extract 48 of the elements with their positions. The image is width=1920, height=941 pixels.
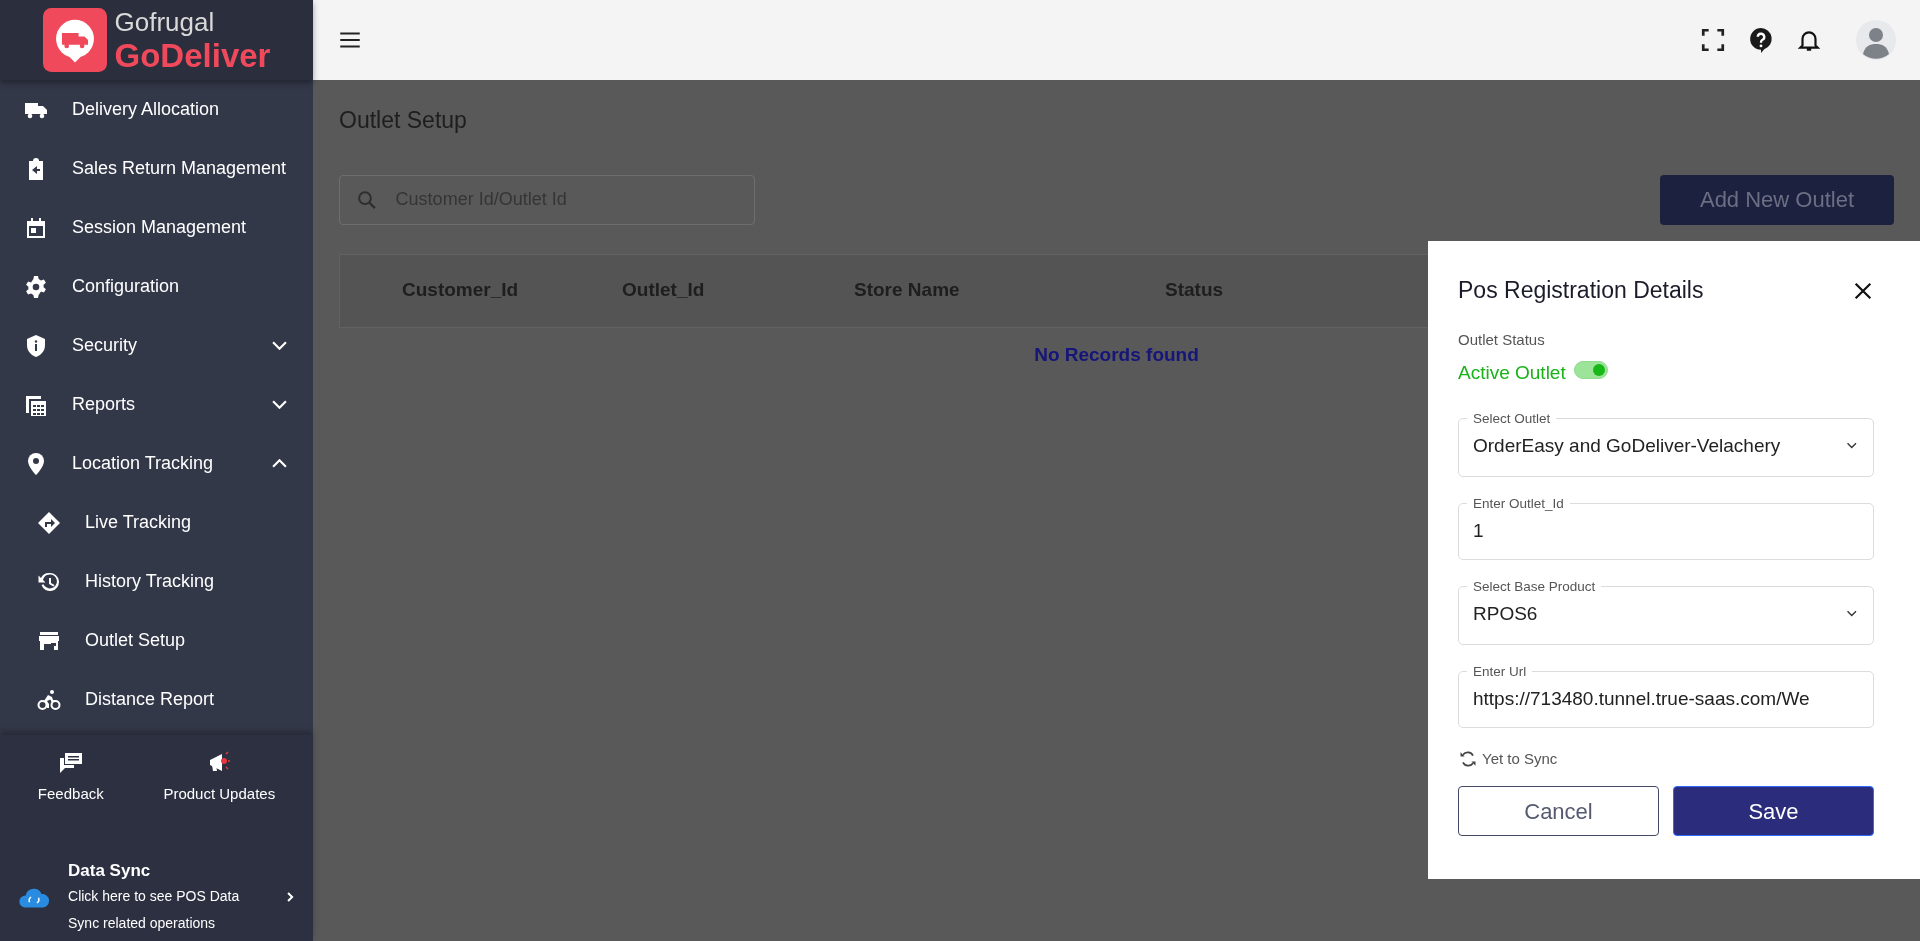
settings-icon xyxy=(24,274,48,299)
logo-icon xyxy=(42,8,107,72)
field-label: Enter Outlet_Id xyxy=(1473,495,1564,511)
directions-icon xyxy=(37,510,61,535)
calendar-icon xyxy=(24,215,48,240)
sidebar-item[interactable]: Reports xyxy=(0,375,313,434)
fullscreen-icon[interactable] xyxy=(1700,27,1726,53)
sync-icon xyxy=(1458,748,1478,769)
sidebar-item[interactable]: Live Tracking xyxy=(0,493,313,552)
sidebar-item[interactable]: Location Tracking xyxy=(0,434,313,493)
brand-name: Gofrugal xyxy=(114,8,216,35)
dropdown[interactable]: Select Outlet OrderEasy and GoDeliver-Velachery xyxy=(1458,411,1874,477)
select-field[interactable]: OrderEasy and GoDeliver-Velachery xyxy=(1473,425,1846,466)
avatar-icon[interactable] xyxy=(1856,20,1896,60)
page-title: Outlet Setup xyxy=(339,107,468,135)
toggle-switch[interactable] xyxy=(1573,361,1608,380)
sync-status: Yet to Sync xyxy=(1482,748,1558,769)
footer-link[interactable]: Feedback xyxy=(37,751,104,806)
field-label: Select Base Product xyxy=(1473,578,1596,594)
sidebar-item[interactable]: Configuration xyxy=(0,257,313,316)
cancel-button[interactable]: Cancel xyxy=(1458,786,1659,837)
sidebar-item[interactable]: Distance Report xyxy=(0,670,313,729)
input-field[interactable]: https://713480.tunnel.true-saas.com/We xyxy=(1473,678,1859,719)
select-field[interactable]: RPOS6 xyxy=(1473,593,1846,634)
data-sync-panel[interactable]: Data Sync Click here to see POS Data Sync related operations xyxy=(0,857,313,941)
save-button[interactable]: Save xyxy=(1673,786,1874,837)
field-label: Select Outlet xyxy=(1473,410,1551,426)
sidebar-item[interactable]: Outlet Setup xyxy=(0,611,313,670)
sidebar-item[interactable]: Security xyxy=(0,316,313,375)
help-icon[interactable] xyxy=(1748,27,1774,53)
cyclist-icon xyxy=(37,687,61,712)
dialog-title: Pos Registration Details xyxy=(1458,277,1704,305)
dropdown[interactable]: Select Base Product RPOS6 xyxy=(1458,579,1874,645)
sidebar-item[interactable]: Delivery Allocation xyxy=(0,80,313,139)
text-field[interactable]: Enter Outlet_Id 1 xyxy=(1458,496,1874,560)
chat-icon xyxy=(58,751,83,775)
sidebar-item[interactable]: History Tracking xyxy=(0,552,313,611)
footer-link[interactable]: Product Updates xyxy=(163,751,276,806)
text-field[interactable]: Enter Url https://713480.tunnel.true-saas.com/We xyxy=(1458,664,1874,728)
empty-message: No Records found xyxy=(1034,343,1199,365)
sidebar-item[interactable]: Session Management xyxy=(0,198,313,257)
sidebar-item[interactable]: Sales Return Management xyxy=(0,139,313,198)
status-text: Active Outlet xyxy=(1458,361,1566,386)
product-name: GoDeliver xyxy=(114,38,271,72)
input-field[interactable]: 1 xyxy=(1473,510,1859,551)
field-label: Outlet Status xyxy=(1458,329,1546,350)
field-label: Enter Url xyxy=(1473,663,1527,679)
shield-icon xyxy=(24,333,48,358)
